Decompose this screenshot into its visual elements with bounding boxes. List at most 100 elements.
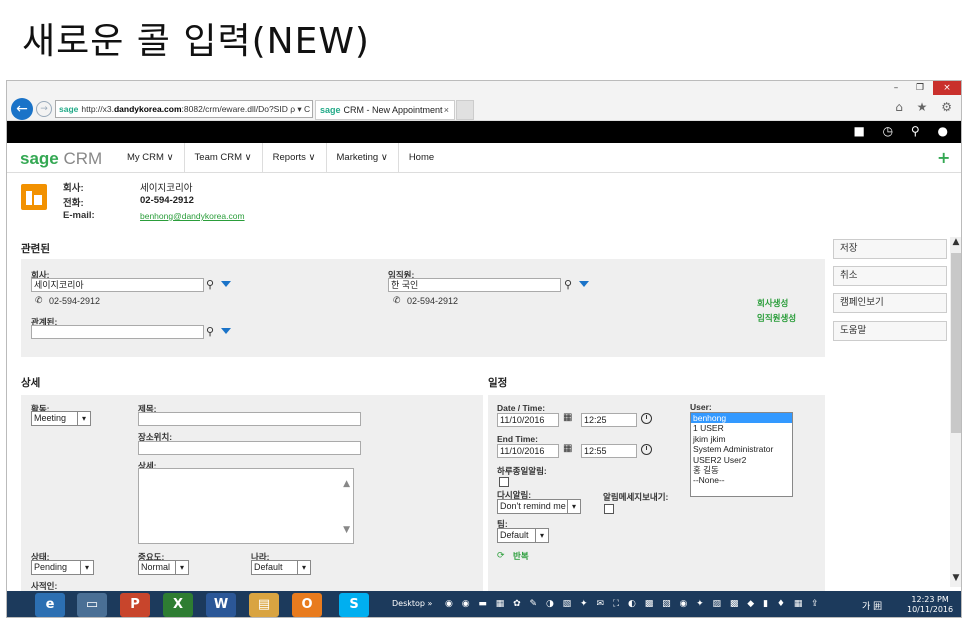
page-scrollbar[interactable]: ▲ ▼ — [950, 237, 961, 587]
minimize-button[interactable]: – — [885, 81, 907, 95]
nav-my-crm[interactable]: My CRM ∨ — [117, 143, 185, 173]
slide-title: 새로운 콜 입력(NEW) — [22, 21, 370, 62]
browser-toolbar: – ❐ × ← → sage http://x3.dandykorea.com:8… — [7, 81, 961, 121]
repeat-icon[interactable]: ⟳ — [497, 550, 505, 561]
list-item[interactable]: benhong — [691, 413, 792, 424]
remind-select[interactable]: Don't remind me ▾ — [497, 499, 581, 514]
relation-input[interactable] — [31, 325, 204, 339]
powerpoint-app-icon[interactable]: P — [120, 593, 150, 617]
list-item[interactable]: System Administrator — [691, 444, 792, 454]
list-item[interactable]: jkim jkim — [691, 434, 792, 444]
textarea-scroll-up-icon[interactable]: ▲ — [343, 479, 350, 489]
new-record-plus-icon[interactable]: + — [937, 148, 955, 167]
nav-team-crm[interactable]: Team CRM ∨ — [185, 143, 263, 173]
start-date-input[interactable]: 11/10/2016 — [497, 413, 559, 427]
status-select[interactable]: Pending ▾ — [31, 560, 94, 575]
tab-close-icon[interactable]: × — [444, 101, 449, 119]
person-search-icon[interactable]: ⚲ — [564, 278, 572, 291]
list-item[interactable]: 1 USER — [691, 423, 792, 433]
create-person-link[interactable]: 임직원생성 — [757, 312, 796, 324]
new-tab-button[interactable] — [456, 100, 474, 120]
back-arrow-icon[interactable]: ← — [11, 98, 33, 120]
country-select[interactable]: Default ▾ — [251, 560, 311, 575]
clock-icon[interactable] — [641, 413, 652, 424]
create-company-link[interactable]: 회사생성 — [757, 297, 788, 309]
scroll-down-icon[interactable]: ▼ — [950, 573, 961, 587]
priority-select[interactable]: Normal ▾ — [138, 560, 189, 575]
top-bar-icons[interactable]: ■ ◷ ⚲ ● — [853, 124, 955, 138]
company-dropdown-icon[interactable] — [221, 281, 231, 287]
scroll-up-icon[interactable]: ▲ — [950, 237, 961, 251]
chevron-down-icon: ▾ — [80, 561, 93, 574]
person-dropdown-icon[interactable] — [579, 281, 589, 287]
sendmsg-label: 알림메세지보내기: — [603, 492, 669, 502]
ie-app-icon[interactable]: e — [35, 593, 65, 617]
chevron-down-icon: ▾ — [567, 500, 580, 513]
scroll-thumb[interactable] — [951, 253, 961, 433]
person-phone-icon: ✆ — [393, 296, 401, 306]
clock-icon[interactable] — [641, 444, 652, 455]
endtime-label: End Time: — [497, 434, 538, 444]
email-link[interactable]: benhong@dandykorea.com — [140, 211, 245, 221]
list-item[interactable]: 홍 길동 — [691, 465, 792, 475]
calendar-icon[interactable]: ▦ — [563, 412, 572, 423]
logo-crm: CRM — [58, 149, 103, 168]
forward-arrow-icon[interactable]: → — [36, 101, 52, 117]
cancel-button[interactable]: 취소 — [833, 266, 947, 286]
activity-select[interactable]: Meeting ▾ — [31, 411, 91, 426]
close-window-button[interactable]: × — [933, 81, 961, 95]
detail-textarea[interactable]: ▲ ▼ — [138, 468, 354, 544]
allday-checkbox[interactable] — [499, 477, 509, 487]
list-item[interactable]: USER2 User2 — [691, 455, 792, 465]
sage-crm-logo[interactable]: sage CRM — [20, 149, 102, 169]
list-item[interactable]: --None-- — [691, 475, 792, 485]
address-domain: dandykorea.com — [113, 104, 182, 114]
end-date-input[interactable]: 11/10/2016 — [497, 444, 559, 458]
restore-button[interactable]: ❐ — [909, 81, 931, 95]
file-explorer-icon[interactable]: ▤ — [249, 593, 279, 617]
schedule-heading: 일정 — [488, 377, 508, 389]
subject-input[interactable] — [138, 412, 361, 426]
excel-app-icon[interactable]: X — [163, 593, 193, 617]
phone-label: 전화: — [63, 198, 84, 209]
tab-crm-new-appointment[interactable]: sage CRM - New Appointment × — [315, 100, 455, 120]
relation-search-icon[interactable]: ⚲ — [206, 325, 214, 338]
ime-indicator[interactable]: 가 囲 — [862, 599, 882, 612]
person-input[interactable]: 한 국인 — [388, 278, 561, 292]
company-value: 세이지코리아 — [140, 183, 193, 194]
calendar-icon[interactable]: ▦ — [563, 443, 572, 454]
clock-date: 10/11/2016 — [907, 605, 954, 614]
datetime-label: Date / Time: — [497, 403, 546, 413]
address-tools-icon[interactable]: ρ ▾ C — [290, 104, 310, 114]
address-bar[interactable]: sage http://x3.dandykorea.com:8082/crm/ew… — [55, 100, 313, 118]
team-select[interactable]: Default ▾ — [497, 528, 549, 543]
location-input[interactable] — [138, 441, 361, 455]
save-button[interactable]: 저장 — [833, 239, 947, 259]
phone-value: 02-594-2912 — [140, 195, 194, 206]
company-search-icon[interactable]: ⚲ — [206, 278, 214, 291]
app-icon[interactable]: ▭ — [77, 593, 107, 617]
textarea-scroll-down-icon[interactable]: ▼ — [343, 525, 350, 535]
clock[interactable]: 12:23 PM 10/11/2016 — [907, 595, 953, 615]
desktop-toolbar-label[interactable]: Desktop » — [392, 599, 432, 608]
relation-dropdown-icon[interactable] — [221, 328, 231, 334]
nav-reports[interactable]: Reports ∨ — [263, 143, 327, 173]
system-tray-icons[interactable]: ◉ ◉ ▬ ▦ ✿ ✎ ◑ ▧ ✦ ✉ ⛶ ◐ ▩ ▧ ◉ ✦ ▨ ▩ ◆ ▮ … — [445, 599, 885, 609]
company-icon — [21, 184, 47, 210]
view-campaign-button[interactable]: 캠페인보기 — [833, 293, 947, 313]
repeat-link[interactable]: 반복 — [513, 550, 529, 562]
start-time-input[interactable]: 12:25 — [581, 413, 637, 427]
sendmsg-checkbox[interactable] — [604, 504, 614, 514]
outlook-app-icon[interactable]: O — [292, 593, 322, 617]
nav-marketing[interactable]: Marketing ∨ — [327, 143, 399, 173]
user-listbox[interactable]: benhong 1 USER jkim jkim System Administ… — [690, 412, 793, 497]
related-company-input[interactable]: 세이지코리아 — [31, 278, 204, 292]
nav-home[interactable]: Home — [399, 143, 444, 173]
word-app-icon[interactable]: W — [206, 593, 236, 617]
end-time-input[interactable]: 12:55 — [581, 444, 637, 458]
chevron-down-icon: ▾ — [297, 561, 310, 574]
help-button[interactable]: 도움말 — [833, 321, 947, 341]
browser-right-icons[interactable]: ⌂ ★ ⚙ — [895, 100, 957, 114]
skype-app-icon[interactable]: S — [339, 593, 369, 617]
chevron-down-icon: ▾ — [535, 529, 548, 542]
